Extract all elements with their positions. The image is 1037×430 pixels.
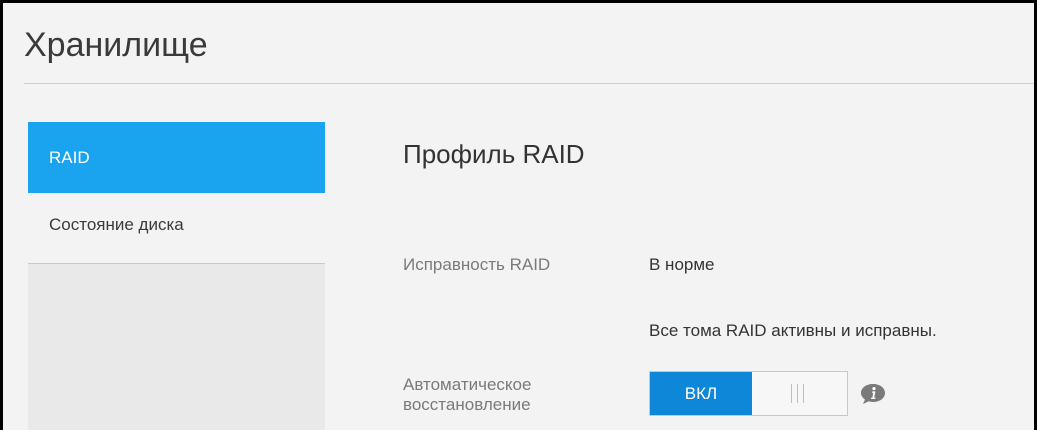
app-window: Хранилище RAID Состояние диска Профиль R… <box>0 0 1037 430</box>
sidebar: RAID Состояние диска <box>28 122 325 430</box>
auto-rebuild-label-line2: восстановление <box>403 395 531 414</box>
sidebar-item-raid[interactable]: RAID <box>28 122 325 193</box>
title-divider <box>24 83 1034 84</box>
section-title: Профиль RAID <box>403 139 585 169</box>
grip-line <box>791 384 792 403</box>
raid-health-detail: Все тома RAID активны и исправны. <box>649 321 937 340</box>
sidebar-item-disk-status[interactable]: Состояние диска <box>28 193 325 264</box>
grip-line <box>803 384 804 403</box>
auto-rebuild-toggle[interactable]: ВКЛ <box>649 371 848 416</box>
sidebar-item-label: RAID <box>49 148 90 167</box>
page-title: Хранилище <box>24 26 208 64</box>
auto-rebuild-label: Автоматическое восстановление <box>403 375 531 415</box>
toggle-on-label: ВКЛ <box>650 372 752 415</box>
raid-health-label: Исправность RAID <box>403 255 551 274</box>
auto-rebuild-label-line1: Автоматическое <box>403 375 532 394</box>
toggle-handle[interactable] <box>752 372 847 415</box>
raid-health-value: В норме <box>649 255 715 274</box>
sidebar-item-label: Состояние диска <box>49 215 184 234</box>
grip-line <box>797 384 798 403</box>
info-icon[interactable] <box>860 383 886 405</box>
